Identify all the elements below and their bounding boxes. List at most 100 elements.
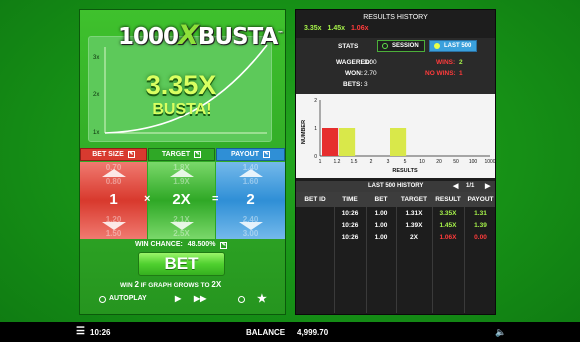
bets-value: 3 [364, 81, 368, 88]
menu-icon[interactable]: ☰ [76, 327, 85, 337]
win-chance: WIN CHANCE: 48.500% ✎ [135, 241, 228, 249]
row-payout: 0.00 [474, 234, 487, 241]
game-logo: 1000XBUSTA™ [118, 20, 283, 51]
win-chance-value: 48.500% [187, 241, 216, 248]
graph-y-tick: 2x [93, 92, 100, 98]
current-multiplier: 3.35X [145, 70, 217, 100]
play-icon[interactable]: ▶ [175, 294, 181, 303]
payout-option: 2.40 [242, 215, 259, 224]
radio-icon-selected [434, 43, 440, 49]
next-page-icon[interactable]: ▶ [485, 182, 490, 190]
chart-x-tick: 1.2 [334, 159, 341, 165]
increase-bet-arrow[interactable] [101, 169, 126, 177]
chart-x-tick: 100 [469, 159, 478, 165]
wagered-value: 3.00 [364, 59, 377, 66]
graph-y-tick: 1x [93, 130, 100, 136]
bet-size-selector[interactable]: 0.70 0.80 1 1.20 1.50 [80, 162, 147, 239]
bets-label: BETS: [343, 81, 363, 88]
payout-option: 1.60 [242, 177, 259, 186]
clock-time: 10:26 [90, 328, 111, 337]
chart-x-tick: 50 [453, 159, 459, 165]
radio-icon [382, 43, 388, 49]
balance-value: 4,999.70 [297, 328, 329, 337]
edit-icon[interactable]: ✎ [220, 242, 228, 249]
multiply-sign: × [144, 193, 151, 205]
win-prefix: WIN [120, 282, 133, 289]
edit-icon[interactable]: ✎ [194, 151, 202, 158]
win-chance-label: WIN CHANCE: [135, 241, 183, 248]
target-option: 1.9X [173, 177, 190, 186]
logo-word: BUSTA [197, 24, 278, 50]
favorite-star-icon[interactable]: ★ [257, 292, 267, 305]
footer-bar: ☰ 10:26 BALANCE 4,999.70 🔈 [0, 322, 580, 342]
col-bet: BET [374, 196, 388, 203]
row-bet: 1.00 [374, 210, 388, 217]
settings-toggle-icon[interactable] [238, 296, 245, 303]
won-label: WON: [345, 70, 364, 77]
fast-forward-icon[interactable]: ▶▶ [194, 294, 206, 303]
busta-status: BUSTA! [152, 101, 212, 118]
bet-button[interactable]: BET [138, 252, 225, 276]
no-wins-label: NO WINS: [425, 70, 456, 77]
no-wins-value: 1 [459, 70, 463, 77]
bet-size-label: BET SIZE [92, 151, 124, 158]
row-time: 10:26 [341, 210, 359, 217]
bet-size-header: BET SIZE ✎ [80, 148, 147, 161]
history-table-header: BET ID TIME BET TARGET RESULT PAYOUT [296, 192, 495, 207]
stats-label: STATS [338, 43, 359, 50]
chart-x-tick: 3 [387, 159, 390, 165]
chart-y-label: NUMBER [301, 120, 307, 144]
table-row: 10:26 1.00 1.31X 3.35X 1.31 [296, 210, 495, 222]
payout-value: 2 [246, 191, 255, 208]
tab-last-500-label: LAST 500 [444, 43, 472, 49]
stats-section: STATS SESSION LAST 500 WAGERED: 3.00 WON… [296, 38, 495, 94]
equals-sign: = [212, 193, 219, 205]
target-selector[interactable]: 1.8X 1.9X 2X 2.1X 2.5X [148, 162, 215, 239]
row-target: 1.31X [405, 210, 423, 217]
balance-label: BALANCE [246, 328, 286, 337]
row-result: 3.35X [439, 210, 457, 217]
col-bet-id: BET ID [304, 196, 326, 203]
row-payout: 1.39 [474, 222, 487, 229]
win-target: 2X [211, 280, 222, 289]
results-history-values: 3.35x 1.45x 1.06x [304, 25, 369, 32]
autoplay-label[interactable]: AUTOPLAY [109, 295, 147, 302]
payout-selector[interactable]: 1.40 1.60 2 2.40 3.00 [216, 162, 285, 239]
win-info: WIN 2 IF GRAPH GROWS TO 2X [120, 280, 221, 289]
autoplay-toggle-icon[interactable] [99, 296, 106, 303]
chart-x-tick: 1.5 [351, 159, 358, 165]
row-target: 1.39X [405, 222, 423, 229]
sound-icon[interactable]: 🔈 [495, 327, 506, 338]
results-history-title: RESULTS HISTORY [363, 14, 428, 21]
bet-size-option: 1.50 [105, 229, 122, 238]
results-chart: NUMBER 2 1 0 1 1.2 1.5 2 3 5 10 20 50 100 1000 RESULTS [296, 94, 496, 178]
chart-x-tick: 2 [370, 159, 373, 165]
increase-payout-arrow[interactable] [238, 169, 263, 177]
tab-session-label: SESSION [392, 43, 419, 49]
col-target: TARGET [400, 196, 428, 203]
table-row: 10:26 1.00 1.39X 1.45X 1.39 [296, 222, 495, 234]
table-row: 10:26 1.00 2X 1.06X 0.00 [296, 234, 495, 246]
tab-session[interactable]: SESSION [377, 40, 425, 52]
wins-label: WINS: [436, 59, 456, 66]
chart-x-tick: 1000 [484, 159, 495, 165]
history-title: LAST 500 HISTORY [368, 183, 424, 189]
edit-icon[interactable]: ✎ [263, 151, 270, 158]
chart-y-tick: 1 [314, 126, 317, 132]
bet-size-option: 0.80 [105, 177, 122, 186]
col-result: RESULT [435, 196, 461, 203]
prev-page-icon[interactable]: ◀ [453, 182, 458, 190]
logo-tm: ™ [277, 30, 283, 38]
increase-target-arrow[interactable] [169, 169, 194, 177]
result-chip: 1.06x [350, 25, 369, 32]
payout-header: PAYOUT ✎ [216, 148, 285, 161]
row-payout: 1.31 [474, 210, 487, 217]
chart-bar [339, 128, 356, 156]
chart-y-tick: 0 [314, 154, 317, 160]
autoplay-bar: AUTOPLAY ▶ ▶▶ ★ [90, 293, 277, 306]
page-indicator: 1/1 [466, 183, 475, 189]
chart-x-tick: 20 [436, 159, 442, 165]
edit-icon[interactable]: ✎ [127, 151, 135, 158]
tab-last-500[interactable]: LAST 500 [429, 40, 477, 52]
graph-y-tick: 3x [93, 55, 100, 61]
